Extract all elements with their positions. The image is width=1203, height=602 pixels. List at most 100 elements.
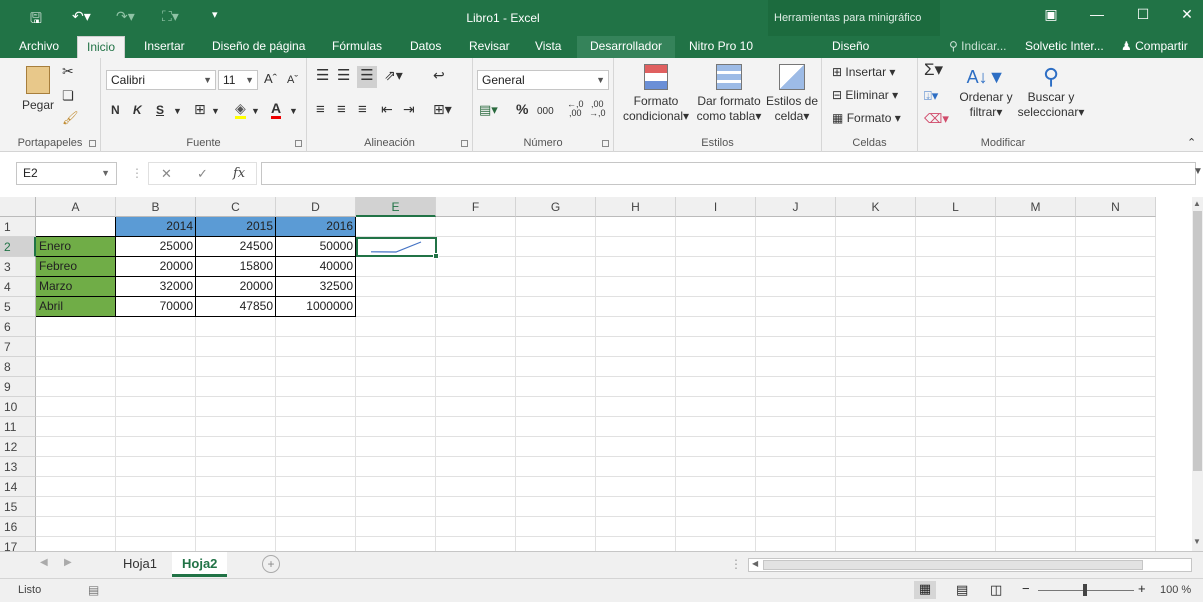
clear-icon[interactable]: ⌫▾ bbox=[924, 111, 949, 126]
cell-h10[interactable] bbox=[596, 397, 676, 417]
merge-center-icon[interactable]: ⊞▾ bbox=[433, 102, 452, 117]
cell-g13[interactable] bbox=[516, 457, 596, 477]
cell-i1[interactable] bbox=[676, 217, 756, 237]
column-header-j[interactable]: J bbox=[756, 197, 836, 217]
cell-l11[interactable] bbox=[916, 417, 996, 437]
cell-h8[interactable] bbox=[596, 357, 676, 377]
cell-l15[interactable] bbox=[916, 497, 996, 517]
cell-n4[interactable] bbox=[1076, 277, 1156, 297]
cell-l16[interactable] bbox=[916, 517, 996, 537]
row-header-5[interactable]: 5 bbox=[0, 297, 36, 317]
cell-k16[interactable] bbox=[836, 517, 916, 537]
cell-k15[interactable] bbox=[836, 497, 916, 517]
zoom-in-icon[interactable]: + bbox=[1138, 581, 1146, 596]
cell-b5[interactable]: 70000 bbox=[116, 297, 196, 317]
cell-l1[interactable] bbox=[916, 217, 996, 237]
cell-d11[interactable] bbox=[276, 417, 356, 437]
cell-a9[interactable] bbox=[36, 377, 116, 397]
row-header-10[interactable]: 10 bbox=[0, 397, 36, 417]
cell-a10[interactable] bbox=[36, 397, 116, 417]
tab-archivo[interactable]: Archivo bbox=[10, 36, 68, 58]
cell-f13[interactable] bbox=[436, 457, 516, 477]
cell-m6[interactable] bbox=[996, 317, 1076, 337]
cell-c7[interactable] bbox=[196, 337, 276, 357]
scroll-sheets-right-icon[interactable]: ▶ bbox=[64, 557, 72, 568]
cell-b15[interactable] bbox=[116, 497, 196, 517]
cell-m7[interactable] bbox=[996, 337, 1076, 357]
cell-j12[interactable] bbox=[756, 437, 836, 457]
align-left-icon[interactable]: ≡ bbox=[316, 102, 325, 117]
cell-a11[interactable] bbox=[36, 417, 116, 437]
enter-icon[interactable]: ✓ bbox=[197, 166, 208, 182]
cell-k1[interactable] bbox=[836, 217, 916, 237]
cell-b8[interactable] bbox=[116, 357, 196, 377]
cell-g3[interactable] bbox=[516, 257, 596, 277]
cell-k8[interactable] bbox=[836, 357, 916, 377]
cell-b2[interactable]: 25000 bbox=[116, 237, 196, 257]
select-all-corner[interactable] bbox=[0, 197, 36, 217]
cell-m5[interactable] bbox=[996, 297, 1076, 317]
font-color-dropdown-icon[interactable]: ▼ bbox=[289, 104, 298, 119]
maximize-icon[interactable]: ☐ bbox=[1128, 6, 1158, 28]
cell-l9[interactable] bbox=[916, 377, 996, 397]
cell-g17[interactable] bbox=[516, 537, 596, 551]
tab-desarrollador[interactable]: Desarrollador bbox=[577, 36, 676, 58]
format-painter-icon[interactable]: 🖌 bbox=[62, 110, 79, 125]
cell-a7[interactable] bbox=[36, 337, 116, 357]
cell-f10[interactable] bbox=[436, 397, 516, 417]
column-header-c[interactable]: C bbox=[196, 197, 276, 217]
cell-d6[interactable] bbox=[276, 317, 356, 337]
underline-button[interactable]: S bbox=[156, 103, 164, 118]
cell-e8[interactable] bbox=[356, 357, 436, 377]
cell-e16[interactable] bbox=[356, 517, 436, 537]
row-header-14[interactable]: 14 bbox=[0, 477, 36, 497]
close-icon[interactable]: ✕ bbox=[1172, 6, 1202, 28]
cell-b13[interactable] bbox=[116, 457, 196, 477]
row-header-4[interactable]: 4 bbox=[0, 277, 36, 297]
new-sheet-icon[interactable]: + bbox=[262, 555, 280, 573]
cell-f7[interactable] bbox=[436, 337, 516, 357]
cell-i8[interactable] bbox=[676, 357, 756, 377]
cell-c5[interactable]: 47850 bbox=[196, 297, 276, 317]
cell-e4[interactable] bbox=[356, 277, 436, 297]
fill-icon[interactable]: ⍗▾ bbox=[924, 88, 938, 103]
row-header-16[interactable]: 16 bbox=[0, 517, 36, 537]
cell-m15[interactable] bbox=[996, 497, 1076, 517]
page-layout-view-icon[interactable]: ▤ bbox=[956, 582, 968, 598]
cell-b14[interactable] bbox=[116, 477, 196, 497]
cell-b12[interactable] bbox=[116, 437, 196, 457]
cell-e3[interactable] bbox=[356, 257, 436, 277]
cell-e9[interactable] bbox=[356, 377, 436, 397]
cell-a4[interactable]: Marzo bbox=[36, 277, 116, 297]
format-cells-button[interactable]: ▦ Formato ▾ bbox=[832, 111, 901, 126]
horizontal-scroll-thumb[interactable] bbox=[763, 560, 1143, 570]
cell-c9[interactable] bbox=[196, 377, 276, 397]
cell-k7[interactable] bbox=[836, 337, 916, 357]
cell-e17[interactable] bbox=[356, 537, 436, 551]
cell-m11[interactable] bbox=[996, 417, 1076, 437]
cell-f12[interactable] bbox=[436, 437, 516, 457]
cell-g6[interactable] bbox=[516, 317, 596, 337]
cell-h6[interactable] bbox=[596, 317, 676, 337]
cell-a12[interactable] bbox=[36, 437, 116, 457]
cell-g14[interactable] bbox=[516, 477, 596, 497]
cell-h1[interactable] bbox=[596, 217, 676, 237]
cell-a6[interactable] bbox=[36, 317, 116, 337]
cell-n1[interactable] bbox=[1076, 217, 1156, 237]
cell-m12[interactable] bbox=[996, 437, 1076, 457]
cell-c10[interactable] bbox=[196, 397, 276, 417]
bold-button[interactable]: N bbox=[111, 103, 120, 118]
cell-l17[interactable] bbox=[916, 537, 996, 551]
number-launcher-icon[interactable] bbox=[602, 140, 609, 147]
row-header-12[interactable]: 12 bbox=[0, 437, 36, 457]
borders-dropdown-icon[interactable]: ▼ bbox=[211, 104, 220, 119]
scroll-left-icon[interactable]: ◀ bbox=[752, 559, 758, 568]
cell-i12[interactable] bbox=[676, 437, 756, 457]
cell-c2[interactable]: 24500 bbox=[196, 237, 276, 257]
column-header-e[interactable]: E bbox=[356, 197, 436, 217]
column-header-g[interactable]: G bbox=[516, 197, 596, 217]
cell-n13[interactable] bbox=[1076, 457, 1156, 477]
cell-d14[interactable] bbox=[276, 477, 356, 497]
zoom-out-icon[interactable]: − bbox=[1022, 581, 1030, 596]
cell-h11[interactable] bbox=[596, 417, 676, 437]
